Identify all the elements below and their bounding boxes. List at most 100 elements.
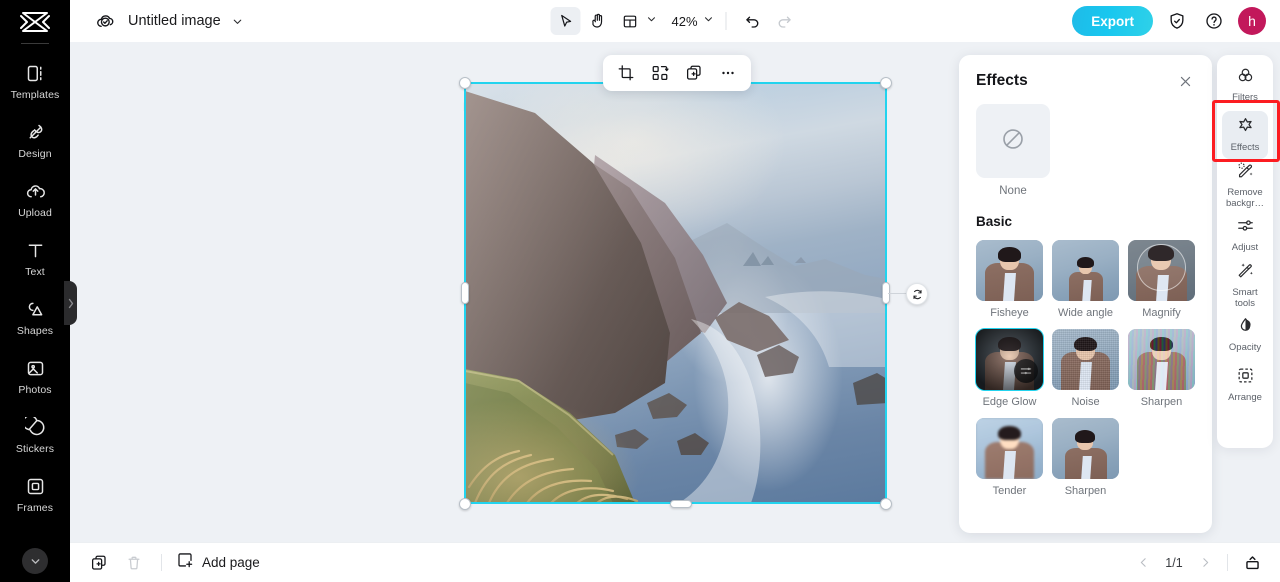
- sidebar-item-upload[interactable]: Upload: [0, 170, 70, 229]
- close-icon[interactable]: [1175, 71, 1195, 91]
- sidebar-divider: [21, 43, 49, 44]
- effect-cell[interactable]: Sharpen: [1052, 418, 1119, 498]
- magnify-ring: [1137, 243, 1186, 292]
- help-circle-icon[interactable]: [1201, 8, 1227, 34]
- resize-handle-top-left[interactable]: [459, 77, 471, 89]
- layout-select[interactable]: [614, 7, 657, 35]
- effect-label: Sharpen: [1064, 485, 1107, 498]
- sidebar-item-design[interactable]: Design: [0, 111, 70, 170]
- tool-item-label: Arrange: [1228, 392, 1262, 404]
- sidebar-item-shapes[interactable]: Shapes: [0, 288, 70, 347]
- chevron-down-icon[interactable]: [645, 12, 657, 30]
- text-icon: [24, 240, 46, 262]
- avatar[interactable]: h: [1238, 7, 1266, 35]
- artboard[interactable]: [465, 83, 886, 503]
- effects-panel: Effects None Basic Fisheye Wide angle Ma…: [959, 55, 1212, 533]
- tool-item-arrange[interactable]: Arrange: [1222, 361, 1268, 409]
- effect-cell[interactable]: Tender: [976, 418, 1043, 498]
- sidebar-item-label: Upload: [18, 206, 52, 219]
- remove-background-icon: [1236, 161, 1255, 185]
- sidebar-items: Templates Design Upload Text Shapes Phot…: [0, 52, 70, 524]
- effect-cell[interactable]: Magnify: [1128, 240, 1195, 320]
- effect-thumbnail[interactable]: [1128, 329, 1195, 391]
- effect-cell[interactable]: Sharpen: [1128, 329, 1195, 409]
- undo-button[interactable]: [738, 7, 768, 35]
- page-navigation: 1/1: [1132, 550, 1265, 576]
- effect-label: Noise: [1071, 396, 1100, 409]
- opacity-droplet-icon: [1236, 316, 1255, 340]
- resize-handle-bottom-left[interactable]: [459, 498, 471, 510]
- effect-thumbnail[interactable]: [1052, 418, 1119, 480]
- sidebar-item-frames[interactable]: Frames: [0, 465, 70, 524]
- effect-cell[interactable]: Fisheye: [976, 240, 1043, 320]
- sidebar-item-stickers[interactable]: Stickers: [0, 406, 70, 465]
- resize-handle-bottom[interactable]: [670, 500, 692, 508]
- effect-none-tile[interactable]: [976, 104, 1050, 178]
- effect-cell[interactable]: Noise: [1052, 329, 1119, 409]
- effect-thumbnail[interactable]: [1052, 240, 1119, 301]
- effects-panel-body: None Basic Fisheye Wide angle Magnify Ed…: [959, 101, 1212, 531]
- effect-thumbnail[interactable]: [976, 240, 1043, 301]
- tool-item-filters[interactable]: Filters: [1222, 61, 1268, 109]
- zoom-select[interactable]: 42%: [667, 12, 714, 30]
- sidebar-item-label: Frames: [16, 501, 54, 514]
- layout-grid-icon[interactable]: [614, 7, 644, 35]
- effect-none-label: None: [999, 185, 1027, 197]
- sidebar-collapse-handle[interactable]: [64, 281, 77, 325]
- duplicate-icon[interactable]: [679, 59, 709, 87]
- top-toolbar: Untitled image 42% Export h: [70, 0, 1280, 42]
- crop-icon[interactable]: [611, 59, 641, 87]
- redo-button[interactable]: [770, 7, 800, 35]
- sidebar-item-photos[interactable]: Photos: [0, 347, 70, 406]
- element-floating-toolbar: [603, 55, 751, 91]
- tool-item-remove-background[interactable]: Remove backgr…: [1222, 161, 1268, 209]
- zoom-level-value[interactable]: 42%: [667, 14, 701, 29]
- effects-star-icon: [1236, 116, 1255, 140]
- adjust-sliders-icon[interactable]: [1014, 359, 1038, 384]
- coastal-cliff-photo[interactable]: [465, 83, 886, 503]
- export-button[interactable]: Export: [1072, 6, 1153, 36]
- chevron-down-icon[interactable]: [231, 15, 244, 28]
- adjust-sliders-icon: [1236, 216, 1255, 240]
- next-page-button[interactable]: [1194, 552, 1216, 574]
- resize-handle-top-right[interactable]: [880, 77, 892, 89]
- resize-handle-bottom-right[interactable]: [880, 498, 892, 510]
- effects-grid: Fisheye Wide angle Magnify Edge Glow Noi…: [975, 240, 1195, 499]
- document-title[interactable]: Untitled image: [128, 13, 221, 29]
- cloud-saved-icon: [92, 8, 118, 34]
- effect-cell-selected[interactable]: Edge Glow: [975, 328, 1044, 409]
- effect-thumbnail[interactable]: [975, 328, 1044, 392]
- resize-handle-left[interactable]: [461, 282, 469, 304]
- effects-panel-header: Effects: [959, 55, 1212, 101]
- sidebar-item-text[interactable]: Text: [0, 229, 70, 288]
- effect-thumbnail[interactable]: [1052, 329, 1119, 391]
- capcut-editor-window: Templates Design Upload Text Shapes Phot…: [0, 0, 1280, 582]
- effect-thumbnail[interactable]: [1128, 240, 1195, 301]
- rotate-handle[interactable]: [906, 283, 928, 305]
- hand-tool-button[interactable]: [582, 7, 612, 35]
- design-icon: [24, 122, 46, 144]
- sidebar-expand-button[interactable]: [22, 548, 48, 574]
- sidebar-item-label: Design: [18, 147, 52, 160]
- duplicate-page-icon[interactable]: [86, 550, 112, 576]
- more-horizontal-icon[interactable]: [713, 59, 743, 87]
- tool-item-opacity[interactable]: Opacity: [1222, 311, 1268, 359]
- tool-item-adjust[interactable]: Adjust: [1222, 211, 1268, 259]
- prev-page-button[interactable]: [1132, 552, 1154, 574]
- select-tool-button[interactable]: [550, 7, 581, 35]
- replace-media-icon[interactable]: [645, 59, 675, 87]
- page-actions: Add page: [70, 550, 260, 576]
- trash-icon[interactable]: [121, 550, 147, 576]
- shield-check-icon[interactable]: [1164, 8, 1190, 34]
- effect-thumbnail[interactable]: [976, 418, 1043, 480]
- stickers-icon: [24, 417, 46, 439]
- effects-section-title: Basic: [976, 214, 1013, 229]
- timeline-toggle-icon[interactable]: [1239, 550, 1265, 576]
- chevron-down-icon[interactable]: [703, 12, 715, 30]
- add-page-button[interactable]: Add page: [176, 551, 260, 574]
- tool-item-effects[interactable]: Effects: [1222, 111, 1268, 159]
- tool-item-smart-tools[interactable]: Smart tools: [1222, 261, 1268, 309]
- effect-cell[interactable]: Wide angle: [1052, 240, 1119, 320]
- sidebar-item-templates[interactable]: Templates: [0, 52, 70, 111]
- capcut-logo-icon[interactable]: [13, 7, 57, 37]
